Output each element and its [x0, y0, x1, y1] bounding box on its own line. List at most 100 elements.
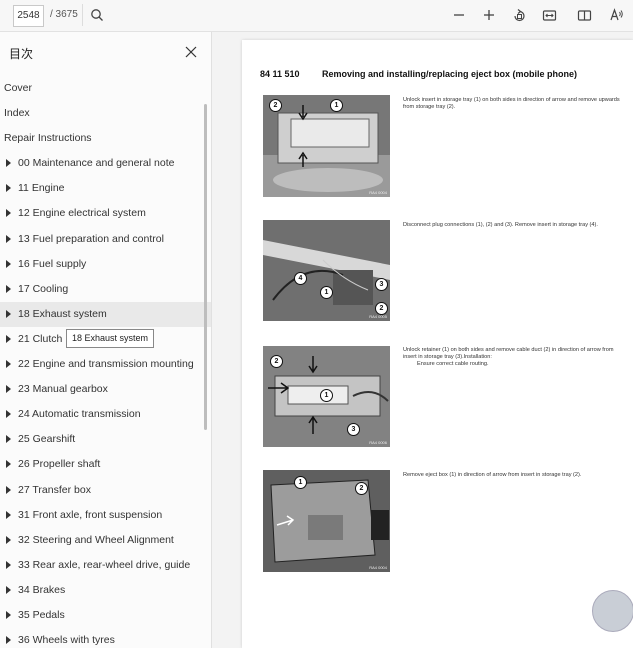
photo-caption: RA4 0005 — [369, 314, 387, 319]
callout-marker: 1 — [320, 286, 333, 299]
expand-arrow-icon[interactable] — [6, 460, 11, 469]
toc-item[interactable]: 34 Brakes — [0, 578, 211, 603]
toc-item[interactable]: Cover — [0, 76, 211, 101]
step-1-photo: 2 1 RA4 0004 — [263, 95, 390, 197]
expand-arrow-icon[interactable] — [6, 209, 11, 218]
step-3-text: Unlock retainer (1) on both sides and re… — [403, 347, 625, 368]
callout-marker: 3 — [347, 423, 360, 436]
expand-arrow-icon[interactable] — [6, 234, 11, 243]
emblem-icon — [592, 590, 633, 632]
toc-item-label: 24 Automatic transmission — [18, 408, 141, 421]
toc-item[interactable]: 17 Cooling — [0, 277, 211, 302]
toc-item[interactable]: 18 Exhaust system — [0, 301, 211, 327]
page-total: / 3675 — [50, 9, 78, 20]
toc-item-label: 23 Manual gearbox — [18, 383, 108, 396]
fit-page-icon[interactable] — [538, 4, 560, 26]
close-icon[interactable] — [183, 44, 199, 60]
toc-list: Cover Index Repair Instructions 00 Maintena… — [0, 76, 211, 648]
read-aloud-icon[interactable] — [605, 4, 627, 26]
step-3-note: Ensure correct cable routing. — [417, 361, 489, 367]
toc-item[interactable]: Repair Instructions — [0, 126, 211, 151]
toc-item-label: Index — [4, 107, 30, 120]
toc-item-label: Repair Instructions — [4, 132, 92, 145]
zoom-in-icon[interactable] — [478, 4, 500, 26]
expand-arrow-icon[interactable] — [6, 309, 11, 318]
zoom-out-icon[interactable] — [448, 4, 470, 26]
callout-marker: 2 — [355, 482, 368, 495]
toc-item-label: 33 Rear axle, rear-wheel drive, guide — [18, 558, 191, 571]
toc-item[interactable]: 35 Pedals — [0, 603, 211, 628]
toc-item[interactable]: 26 Propeller shaft — [0, 452, 211, 477]
toc-item-label: 36 Wheels with tyres — [18, 634, 115, 647]
expand-arrow-icon[interactable] — [6, 485, 11, 494]
toc-item[interactable]: 16 Fuel supply — [0, 252, 211, 277]
callout-marker: 4 — [294, 272, 307, 285]
toc-item[interactable]: 27 Transfer box — [0, 478, 211, 503]
toc-item[interactable]: 12 Engine electrical system — [0, 201, 211, 226]
expand-arrow-icon[interactable] — [6, 636, 11, 645]
expand-arrow-icon[interactable] — [6, 560, 11, 569]
toc-item[interactable]: 25 Gearshift — [0, 427, 211, 452]
toc-item-label: 22 Engine and transmission mounting — [18, 358, 194, 371]
expand-arrow-icon[interactable] — [6, 435, 11, 444]
toc-item[interactable]: 23 Manual gearbox — [0, 377, 211, 402]
expand-arrow-icon[interactable] — [6, 510, 11, 519]
document-page: 84 11 510 Removing and installing/replac… — [242, 40, 633, 648]
callout-marker: 1 — [294, 476, 307, 489]
toc-item-label: 32 Steering and Wheel Alignment — [18, 533, 174, 546]
section-title: Removing and installing/replacing eject … — [322, 69, 578, 79]
expand-arrow-icon[interactable] — [6, 284, 11, 293]
expand-arrow-icon[interactable] — [6, 159, 11, 168]
tooltip: 18 Exhaust system — [66, 329, 155, 348]
search-icon[interactable] — [86, 4, 108, 26]
expand-arrow-icon[interactable] — [6, 334, 11, 343]
toc-item-label: 27 Transfer box — [18, 483, 91, 496]
toc-item-label: 26 Propeller shaft — [18, 458, 101, 471]
toc-item[interactable]: 24 Automatic transmission — [0, 402, 211, 427]
photo-caption: RA4 0006 — [369, 440, 387, 445]
toc-item[interactable]: 33 Rear axle, rear-wheel drive, guide — [0, 553, 211, 578]
step-4-text: Remove eject box (1) in direction of arr… — [403, 472, 582, 478]
toc-item-label: 21 Clutch — [18, 332, 63, 345]
step-2-text: Disconnect plug connections (1), (2) and… — [403, 222, 598, 228]
toc-item[interactable]: 00 Maintenance and general note — [0, 151, 211, 176]
toc-item[interactable]: 13 Fuel preparation and control — [0, 227, 211, 252]
toc-item-label: 25 Gearshift — [18, 433, 76, 446]
toc-item-label: Cover — [4, 82, 33, 94]
toc-item[interactable]: 36 Wheels with tyres — [0, 628, 211, 648]
toc-item-label: 31 Front axle, front suspension — [18, 508, 163, 521]
step-2-photo: 4 1 3 2 RA4 0005 — [263, 220, 390, 321]
page-number-input[interactable]: 2548 — [13, 5, 44, 27]
step-4-photo: 1 2 RA4 0004 — [263, 470, 390, 572]
rotate-icon[interactable] — [508, 4, 530, 26]
photo-caption: RA4 0004 — [369, 565, 387, 570]
toc-item-label: 18 Exhaust system — [18, 307, 107, 320]
expand-arrow-icon[interactable] — [6, 360, 11, 369]
toc-item[interactable]: Index — [0, 101, 211, 126]
callout-marker: 1 — [320, 389, 333, 402]
expand-arrow-icon[interactable] — [6, 184, 11, 193]
toc-item[interactable]: 11 Engine — [0, 176, 211, 201]
callout-marker: 3 — [375, 278, 388, 291]
expand-arrow-icon[interactable] — [6, 535, 11, 544]
toc-item-label: 35 Pedals — [18, 608, 65, 621]
toc-item-label: 13 Fuel preparation and control — [18, 232, 164, 245]
step-3-photo: 2 1 3 RA4 0006 — [263, 346, 390, 447]
expand-arrow-icon[interactable] — [6, 259, 11, 268]
expand-arrow-icon[interactable] — [6, 585, 11, 594]
expand-arrow-icon[interactable] — [6, 410, 11, 419]
toc-item-label: 17 Cooling — [18, 282, 69, 295]
toc-item[interactable]: 32 Steering and Wheel Alignment — [0, 528, 211, 553]
toc-item[interactable]: 31 Front axle, front suspension — [0, 503, 211, 528]
step-3-instruction: Unlock retainer (1) on both sides and re… — [403, 347, 614, 360]
scrollbar[interactable] — [204, 104, 207, 430]
toc-item-label: 16 Fuel supply — [18, 257, 87, 270]
two-page-icon[interactable] — [573, 4, 595, 26]
toc-item[interactable]: 22 Engine and transmission mounting — [0, 352, 211, 377]
toc-item-label: 11 Engine — [18, 182, 65, 195]
expand-arrow-icon[interactable] — [6, 385, 11, 394]
step-1-text: Unlock insert in storage tray (1) on bot… — [403, 97, 620, 110]
expand-arrow-icon[interactable] — [6, 610, 11, 619]
callout-marker: 1 — [330, 99, 343, 112]
toolbar: 2548 / 3675 — [0, 0, 633, 32]
